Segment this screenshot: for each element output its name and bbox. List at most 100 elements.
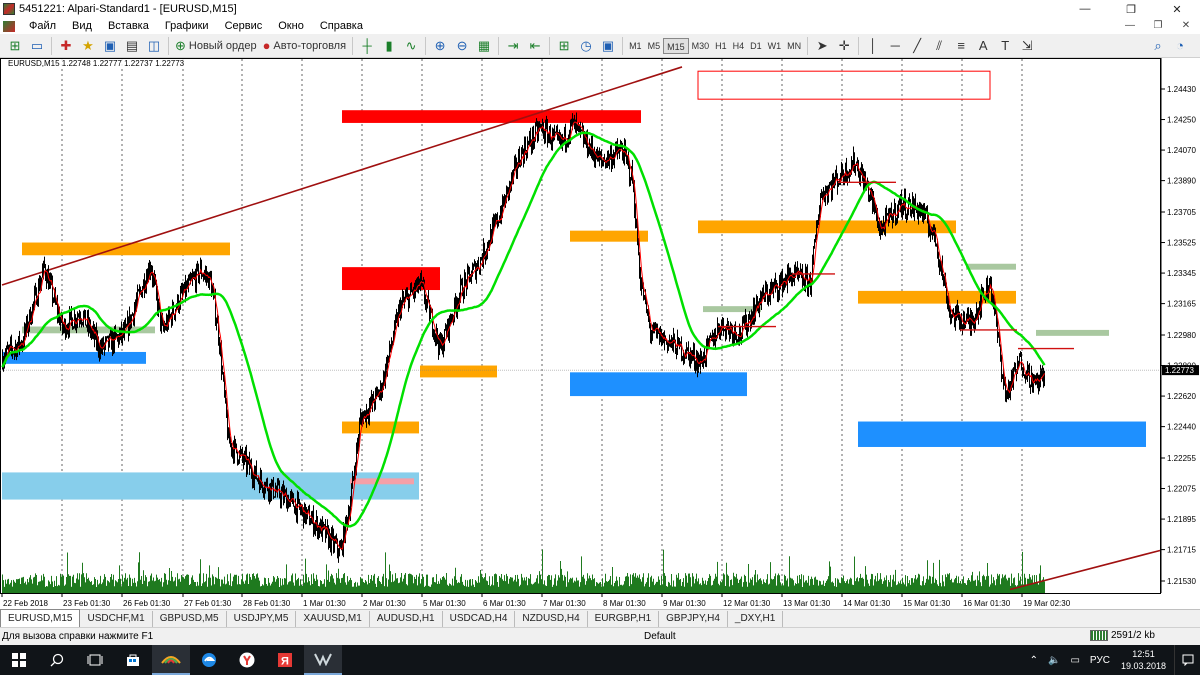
timeframe-m30[interactable]: M30 bbox=[689, 38, 713, 54]
candlestick-icon[interactable]: ▮ bbox=[379, 36, 399, 56]
market-watch-icon[interactable]: ✚ bbox=[56, 36, 76, 56]
community-icon[interactable]: ◔ bbox=[1170, 36, 1190, 56]
x-tick-label: 23 Feb 01:30 bbox=[63, 599, 111, 608]
metatrader-icon[interactable] bbox=[304, 645, 342, 675]
volume-icon[interactable]: 🔈 bbox=[1048, 655, 1060, 666]
zoom-in-icon[interactable]: ⊕ bbox=[430, 36, 450, 56]
x-tick-label: 1 Mar 01:30 bbox=[303, 599, 346, 608]
child-restore-button[interactable]: ❐ bbox=[1144, 18, 1172, 34]
store-icon[interactable] bbox=[114, 645, 152, 675]
autotrading-label: Авто-торговля bbox=[273, 39, 347, 52]
tile-icon[interactable]: ▦ bbox=[474, 36, 494, 56]
restore-button[interactable]: ❐ bbox=[1108, 0, 1154, 18]
tab-dxy-h1[interactable]: _DXY,H1 bbox=[728, 611, 784, 627]
network-icon[interactable]: ▭ bbox=[1070, 655, 1079, 666]
show-hidden-icons-icon[interactable]: ⌃ bbox=[1030, 655, 1038, 666]
profile-name: Default bbox=[644, 631, 676, 642]
timeframe-d1[interactable]: D1 bbox=[747, 38, 765, 54]
new-chart-icon[interactable]: ⊞ bbox=[5, 36, 25, 56]
cursor-icon[interactable]: ➤ bbox=[812, 36, 832, 56]
svg-text:Я: Я bbox=[281, 656, 289, 668]
tester-icon[interactable]: ◫ bbox=[144, 36, 164, 56]
menu-tools[interactable]: Сервис bbox=[217, 20, 271, 32]
tab-eurusd-m15[interactable]: EURUSD,M15 bbox=[0, 609, 81, 627]
menu-view[interactable]: Вид bbox=[64, 20, 100, 32]
tab-xauusd-m1[interactable]: XAUUSD,M1 bbox=[296, 611, 370, 627]
menu-charts[interactable]: Графики bbox=[157, 20, 217, 32]
price-chart[interactable]: 1.24430 1.24250 1.24070 1.23890 1.23705 1.235… bbox=[0, 58, 1200, 609]
line-chart-icon[interactable]: ∿ bbox=[401, 36, 421, 56]
zone-outline bbox=[697, 70, 991, 100]
menu-bar: Файл Вид Вставка Графики Сервис Окно Спр… bbox=[0, 18, 1200, 34]
chart-shift-icon[interactable]: ⇤ bbox=[525, 36, 545, 56]
minimize-button[interactable]: — bbox=[1062, 0, 1108, 18]
timeframe-h1[interactable]: H1 bbox=[712, 38, 730, 54]
timeframe-m1[interactable]: M1 bbox=[626, 38, 645, 54]
menu-window[interactable]: Окно bbox=[270, 20, 312, 32]
templates-icon[interactable]: ▣ bbox=[598, 36, 618, 56]
current-price-label: 1.22773 bbox=[1165, 366, 1194, 375]
timeframe-w1[interactable]: W1 bbox=[765, 38, 785, 54]
timeframe-m5[interactable]: M5 bbox=[645, 38, 664, 54]
clock-date: 19.03.2018 bbox=[1120, 661, 1166, 671]
autotrading-button[interactable]: ● Авто-торговля bbox=[261, 36, 349, 56]
tab-usdchf-m1[interactable]: USDCHF,M1 bbox=[80, 611, 153, 627]
tab-gbpjpy-h4[interactable]: GBPJPY,H4 bbox=[659, 611, 728, 627]
crosshair-icon[interactable]: ✛ bbox=[834, 36, 854, 56]
close-button[interactable]: ✕ bbox=[1154, 0, 1200, 18]
child-minimize-button[interactable]: — bbox=[1116, 18, 1144, 34]
y-tick-label: 1.24430 bbox=[1167, 85, 1196, 94]
new-order-button[interactable]: ⊕ Новый ордер bbox=[173, 36, 259, 56]
trendline-icon[interactable]: ╱ bbox=[907, 36, 927, 56]
data-window-icon[interactable]: ▣ bbox=[100, 36, 120, 56]
terminal-icon[interactable]: ▤ bbox=[122, 36, 142, 56]
search-icon[interactable]: ⌕ bbox=[1148, 36, 1168, 56]
yandex-icon[interactable]: Я bbox=[266, 645, 304, 675]
menu-help[interactable]: Справка bbox=[312, 20, 371, 32]
vertical-line-icon[interactable]: │ bbox=[863, 36, 883, 56]
tab-audusd-h1[interactable]: AUDUSD,H1 bbox=[370, 611, 443, 627]
zoom-out-icon[interactable]: ⊖ bbox=[452, 36, 472, 56]
tab-nzdusd-h4[interactable]: NZDUSD,H4 bbox=[515, 611, 588, 627]
timeframe-m15[interactable]: M15 bbox=[663, 37, 689, 54]
tab-usdjpy-m5[interactable]: USDJPY,M5 bbox=[227, 611, 297, 627]
menu-file[interactable]: Файл bbox=[21, 20, 64, 32]
timeframe-h4[interactable]: H4 bbox=[730, 38, 748, 54]
tab-usdcad-h4[interactable]: USDCAD,H4 bbox=[443, 611, 516, 627]
channel-icon[interactable]: ⫽ bbox=[929, 36, 949, 56]
child-close-button[interactable]: ✕ bbox=[1172, 18, 1200, 34]
navigator-icon[interactable]: ★ bbox=[78, 36, 98, 56]
zone-rect bbox=[420, 365, 497, 378]
text-label-icon[interactable]: T bbox=[995, 36, 1015, 56]
horizontal-line-icon[interactable]: ─ bbox=[885, 36, 905, 56]
text-icon[interactable]: A bbox=[973, 36, 993, 56]
windows-start-icon[interactable] bbox=[0, 645, 38, 675]
y-tick-label: 1.24070 bbox=[1167, 146, 1196, 155]
y-tick-label: 1.23525 bbox=[1167, 239, 1196, 248]
language-indicator[interactable]: РУС bbox=[1090, 655, 1110, 666]
indicators-icon[interactable]: ⊞ bbox=[554, 36, 574, 56]
bar-chart-icon[interactable]: ┼ bbox=[357, 36, 377, 56]
tab-gbpusd-m5[interactable]: GBPUSD,M5 bbox=[153, 611, 227, 627]
x-tick-label: 22 Feb 2018 bbox=[3, 599, 48, 608]
y-tick-label: 1.24250 bbox=[1167, 116, 1196, 125]
yandex-browser-icon[interactable] bbox=[228, 645, 266, 675]
menu-insert[interactable]: Вставка bbox=[100, 20, 157, 32]
connection-status[interactable]: 2591/2 kb bbox=[1090, 630, 1155, 641]
arrows-icon[interactable]: ⇲ bbox=[1017, 36, 1037, 56]
timeframe-mn[interactable]: MN bbox=[784, 38, 804, 54]
periods-icon[interactable]: ◷ bbox=[576, 36, 596, 56]
search-icon[interactable] bbox=[38, 645, 76, 675]
chart-window[interactable]: 1.24430 1.24250 1.24070 1.23890 1.23705 1.235… bbox=[0, 58, 1200, 609]
edge-icon[interactable] bbox=[190, 645, 228, 675]
tab-eurgbp-h1[interactable]: EURGBP,H1 bbox=[588, 611, 660, 627]
task-view-icon[interactable] bbox=[76, 645, 114, 675]
clock[interactable]: 12:51 19.03.2018 bbox=[1121, 648, 1166, 672]
notifications-icon[interactable] bbox=[1174, 645, 1200, 675]
autoscroll-icon[interactable]: ⇥ bbox=[503, 36, 523, 56]
symbol-info: EURUSD,M15 1.22748 1.22777 1.22737 1.227… bbox=[6, 59, 187, 68]
chart-window-icon[interactable] bbox=[3, 20, 15, 32]
alpari-app-icon[interactable] bbox=[152, 645, 190, 675]
fibonacci-icon[interactable]: ≡ bbox=[951, 36, 971, 56]
profiles-icon[interactable]: ▭ bbox=[27, 36, 47, 56]
